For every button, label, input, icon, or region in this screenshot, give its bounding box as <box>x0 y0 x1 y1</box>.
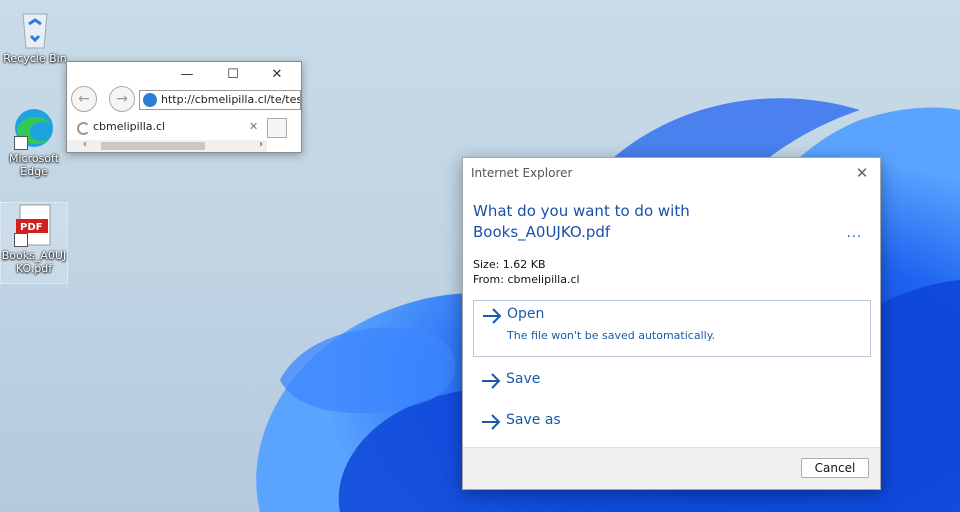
dialog-title: Internet Explorer <box>471 166 573 180</box>
open-sublabel: The file won't be saved automatically. <box>507 329 716 342</box>
horizontal-scrollbar[interactable]: ‹ › <box>67 139 267 152</box>
desktop-icon-pdf[interactable]: PDF Books_A0UJKO.pdf <box>0 202 68 284</box>
save-label: Save <box>506 371 541 387</box>
back-button[interactable]: ← <box>71 86 97 112</box>
scroll-thumb[interactable] <box>101 142 205 150</box>
tab-title[interactable]: cbmelipilla.cl <box>93 120 165 133</box>
scroll-left-icon[interactable]: ‹ <box>83 139 87 150</box>
pdf-label: Books_A0UJKO.pdf <box>1 249 67 275</box>
address-text: http://cbmelipilla.cl/te/tes <box>161 93 301 106</box>
pdf-file-icon: PDF <box>12 203 56 247</box>
save-as-option[interactable]: Save as <box>473 407 871 437</box>
minimize-button[interactable]: — <box>177 66 197 84</box>
desktop-icon-recycle-bin[interactable]: Recycle Bin <box>2 6 68 65</box>
question-line1: What do you want to do with <box>473 202 690 220</box>
dialog-question: What do you want to do with Books_A0UJKO… <box>473 201 853 243</box>
more-options-button[interactable]: ... <box>847 226 862 241</box>
desktop-icon-edge[interactable]: Microsoft Edge <box>1 106 67 178</box>
dialog-footer: Cancel <box>463 447 880 489</box>
shortcut-arrow-icon <box>14 136 28 150</box>
new-tab-button[interactable] <box>267 118 287 138</box>
question-filename: Books_A0UJKO.pdf <box>473 223 611 241</box>
save-option[interactable]: Save <box>473 366 871 396</box>
ie-page-icon <box>143 93 157 107</box>
cancel-button[interactable]: Cancel <box>801 458 869 478</box>
download-dialog: Internet Explorer ✕ What do you want to … <box>462 157 881 490</box>
close-button[interactable]: ✕ <box>267 66 287 84</box>
forward-button[interactable]: → <box>109 86 135 112</box>
save-as-label: Save as <box>506 412 561 428</box>
open-option[interactable]: Open The file won't be saved automatical… <box>473 300 871 357</box>
edge-icon <box>12 106 56 150</box>
arrow-right-icon <box>483 308 502 324</box>
loading-icon <box>77 122 90 135</box>
tab-row: cbmelipilla.cl ✕ <box>67 116 301 138</box>
open-label: Open <box>507 306 545 322</box>
edge-label: Microsoft Edge <box>8 152 60 178</box>
scroll-right-icon[interactable]: › <box>259 139 263 150</box>
recycle-bin-label: Recycle Bin <box>3 52 67 65</box>
file-source: From: cbmelipilla.cl <box>473 273 580 286</box>
arrow-right-icon <box>482 373 501 389</box>
ie-browser-window[interactable]: — ☐ ✕ ← → http://cbmelipilla.cl/te/tes c… <box>66 61 302 153</box>
dialog-close-button[interactable]: ✕ <box>850 162 874 184</box>
recycle-bin-icon <box>13 6 57 50</box>
file-size: Size: 1.62 KB <box>473 258 546 271</box>
address-bar[interactable]: http://cbmelipilla.cl/te/tes <box>139 90 301 110</box>
maximize-button[interactable]: ☐ <box>223 66 243 84</box>
arrow-right-icon <box>482 414 501 430</box>
tab-close-icon[interactable]: ✕ <box>249 120 258 133</box>
shortcut-arrow-icon <box>14 233 28 247</box>
